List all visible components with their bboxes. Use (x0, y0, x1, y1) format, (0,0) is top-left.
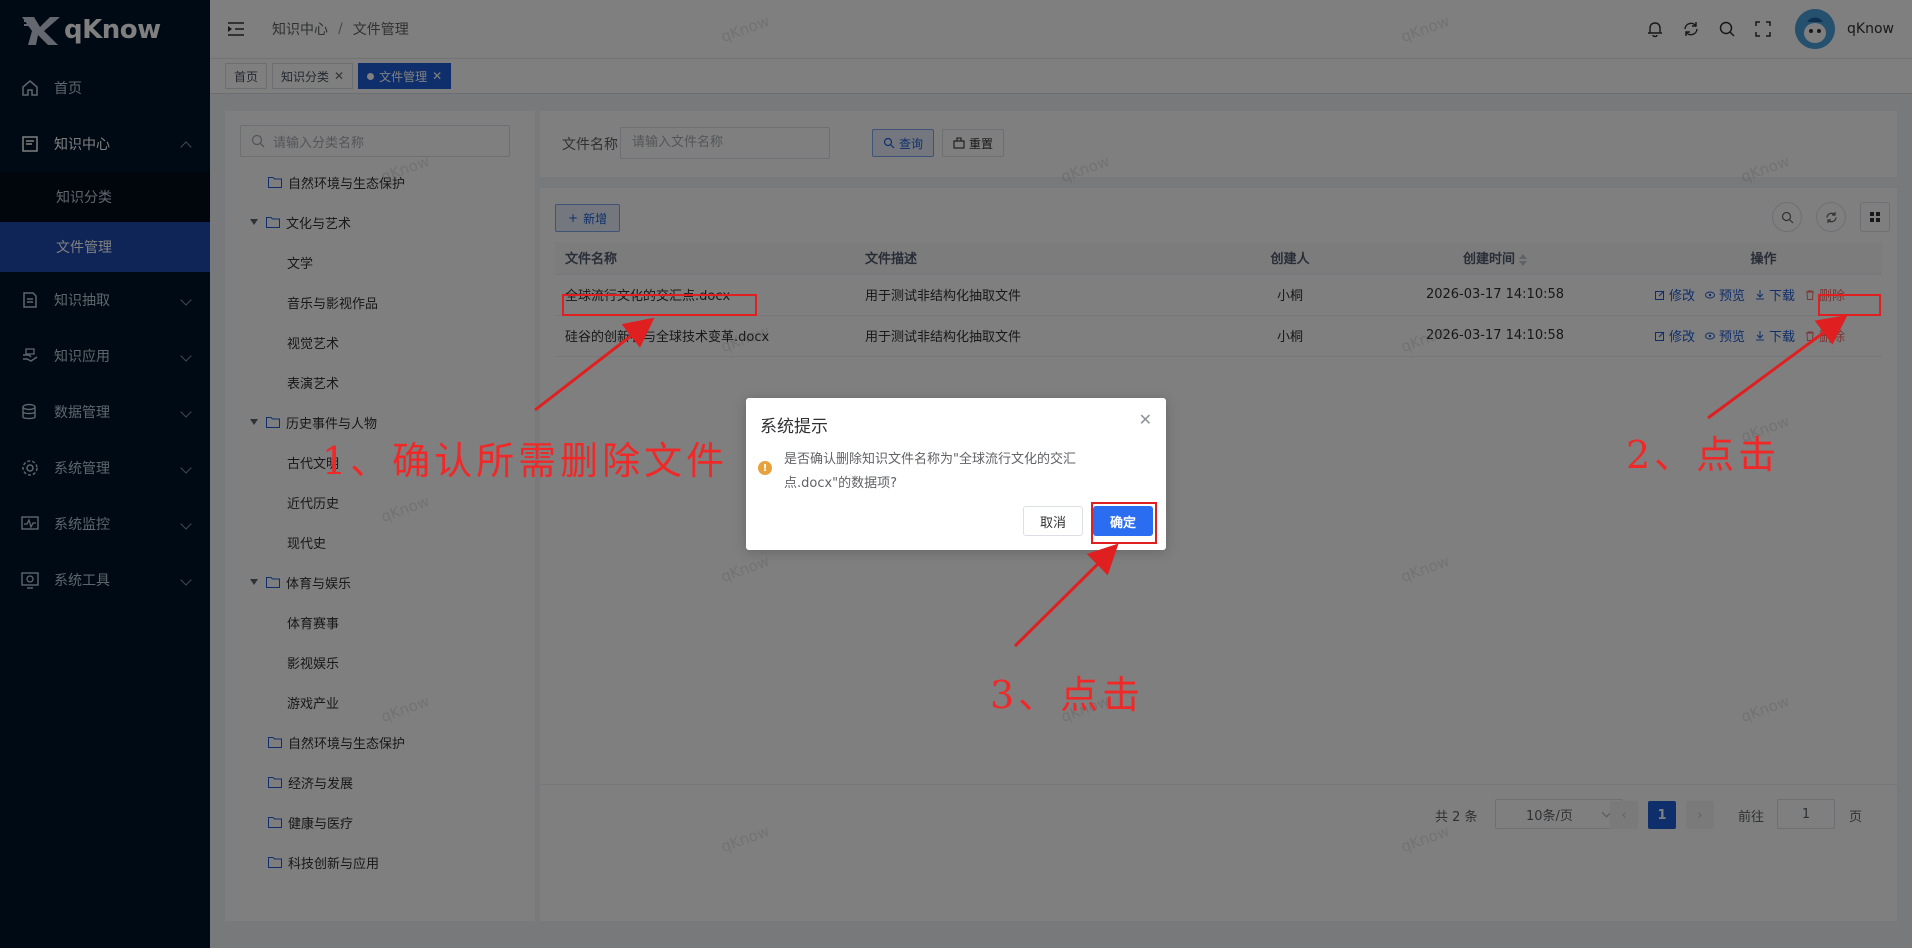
warning-icon: ! (758, 461, 772, 475)
annotation-step1: 1、确认所需删除文件 (322, 439, 729, 483)
confirm-button[interactable]: 确定 (1093, 506, 1153, 536)
dialog-title: 系统提示 (760, 417, 828, 437)
annotation-step3: 3、点击 (990, 673, 1145, 717)
dialog-message: 是否确认删除知识文件名称为"全球流行文化的交汇点.docx"的数据项? (784, 452, 1076, 491)
cancel-button[interactable]: 取消 (1023, 506, 1083, 536)
confirm-dialog: 系统提示 ✕ ! 是否确认删除知识文件名称为"全球流行文化的交汇点.docx"的… (746, 398, 1166, 550)
close-icon[interactable]: ✕ (1139, 410, 1152, 429)
annotation-step2: 2、点击 (1626, 433, 1781, 477)
